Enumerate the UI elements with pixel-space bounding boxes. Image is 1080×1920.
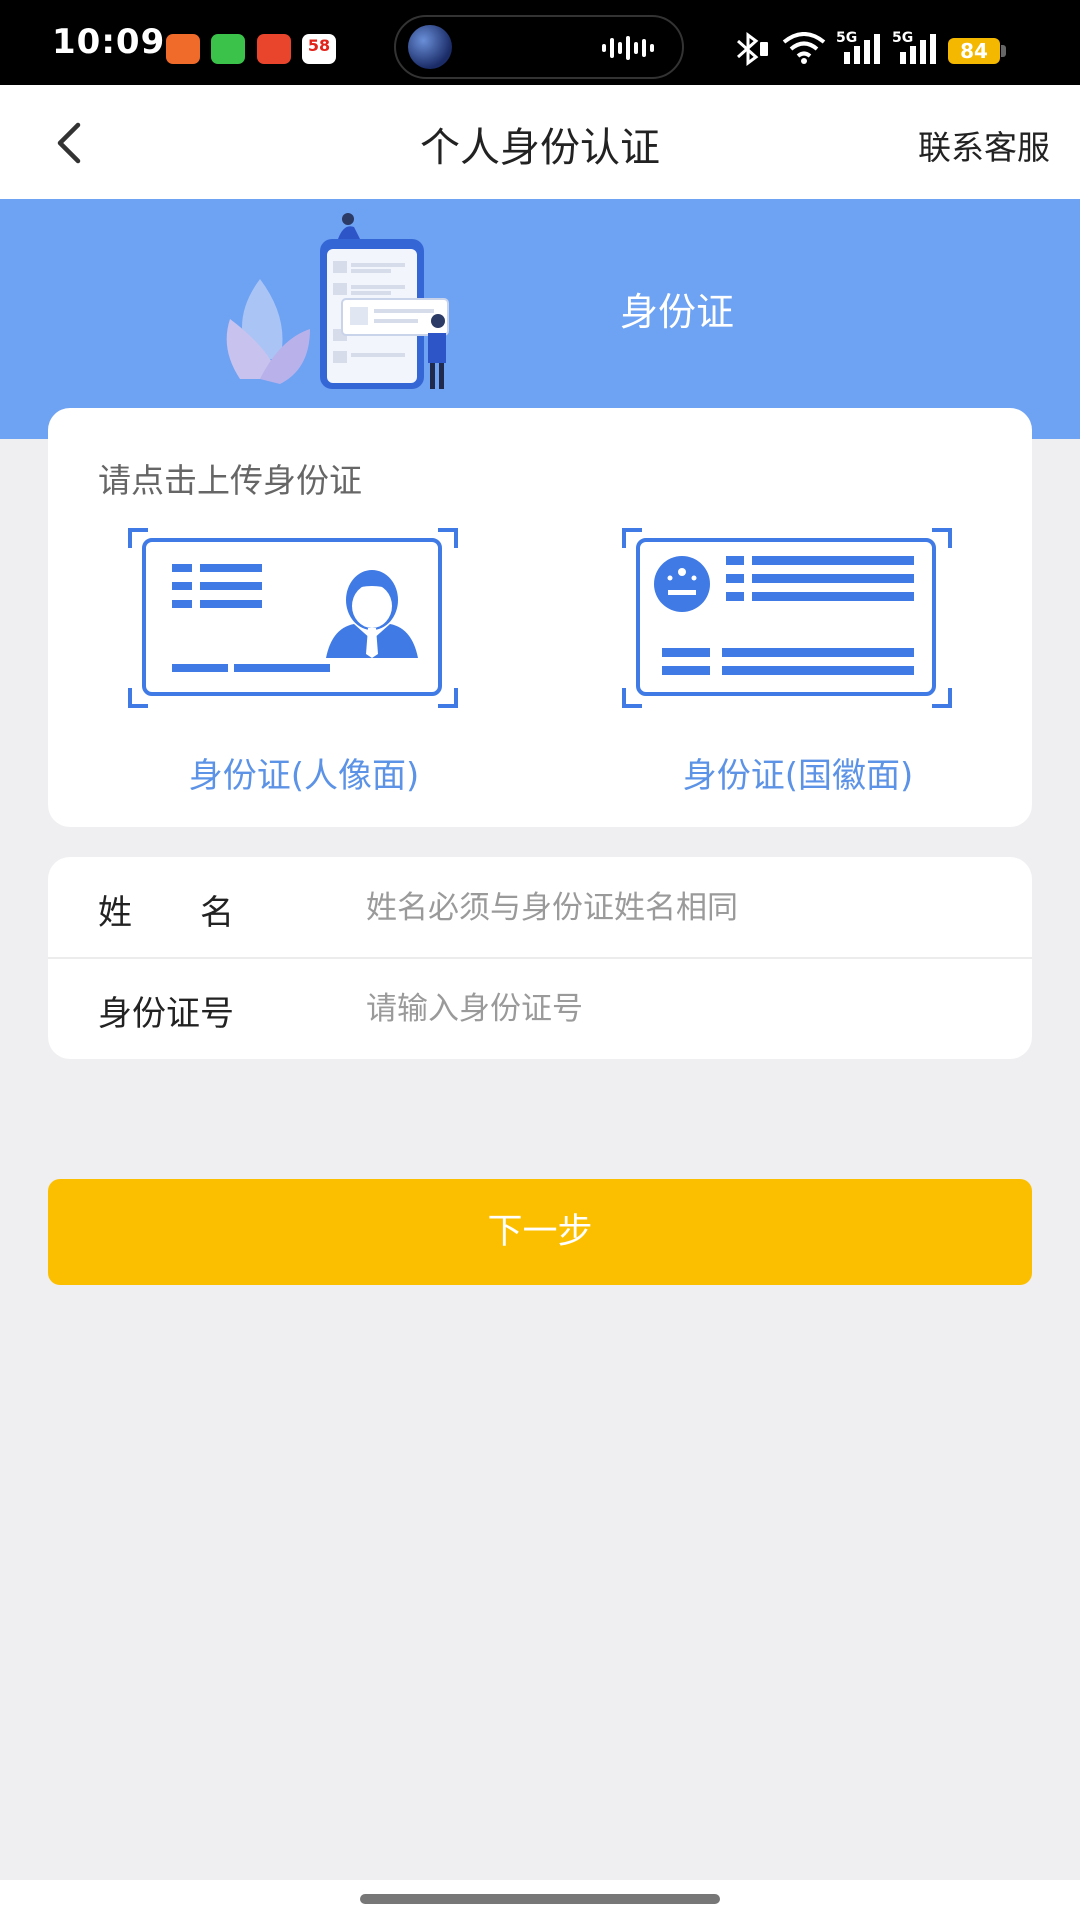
battery-tip xyxy=(1001,45,1006,57)
signal-icon-1 xyxy=(844,34,880,64)
status-bar: 10:09 58 5G 5G 84 xyxy=(0,0,1080,85)
shopping-app-icon xyxy=(257,34,291,64)
id-back-upload-button[interactable] xyxy=(622,528,952,708)
bluetooth-icon xyxy=(737,32,768,66)
dynamic-island xyxy=(394,15,684,79)
status-time: 10:09 xyxy=(52,22,166,62)
banner-title: 身份证 xyxy=(620,290,735,334)
name-row: 姓 名 xyxy=(48,857,1032,959)
phone-illustration-icon xyxy=(226,213,449,389)
video-app-icon xyxy=(166,34,200,64)
navigation-bar: 个人身份认证 联系客服 xyxy=(0,85,1080,199)
globe-icon xyxy=(408,25,452,69)
app-58-icon: 58 xyxy=(302,34,336,64)
id-banner: 身份证 xyxy=(0,199,1080,439)
id-number-input[interactable] xyxy=(364,976,988,1042)
next-step-button[interactable]: 下一步 xyxy=(48,1179,1032,1285)
id-number-label: 身份证号 xyxy=(98,994,234,1034)
home-indicator[interactable] xyxy=(360,1894,720,1904)
wifi-icon xyxy=(782,32,826,64)
upload-hint: 请点击上传身份证 xyxy=(98,461,362,500)
contact-support-link[interactable]: 联系客服 xyxy=(918,121,1050,169)
battery-indicator: 84 xyxy=(948,38,1000,64)
audio-wave-icon xyxy=(602,36,654,60)
id-number-row: 身份证号 xyxy=(48,958,1032,1058)
name-label: 姓 名 xyxy=(98,893,234,933)
name-input[interactable] xyxy=(364,875,988,941)
id-upload-card: 请点击上传身份证 身份证(人像面) 身份证(国徽面) xyxy=(48,408,1032,827)
signal-icon-2 xyxy=(900,34,936,64)
id-front-label[interactable]: 身份证(人像面) xyxy=(94,748,514,797)
id-front-upload-button[interactable] xyxy=(128,528,458,708)
id-back-label[interactable]: 身份证(国徽面) xyxy=(588,748,1008,797)
identity-form: 姓 名 身份证号 xyxy=(48,857,1032,1059)
messages-app-icon xyxy=(211,34,245,64)
